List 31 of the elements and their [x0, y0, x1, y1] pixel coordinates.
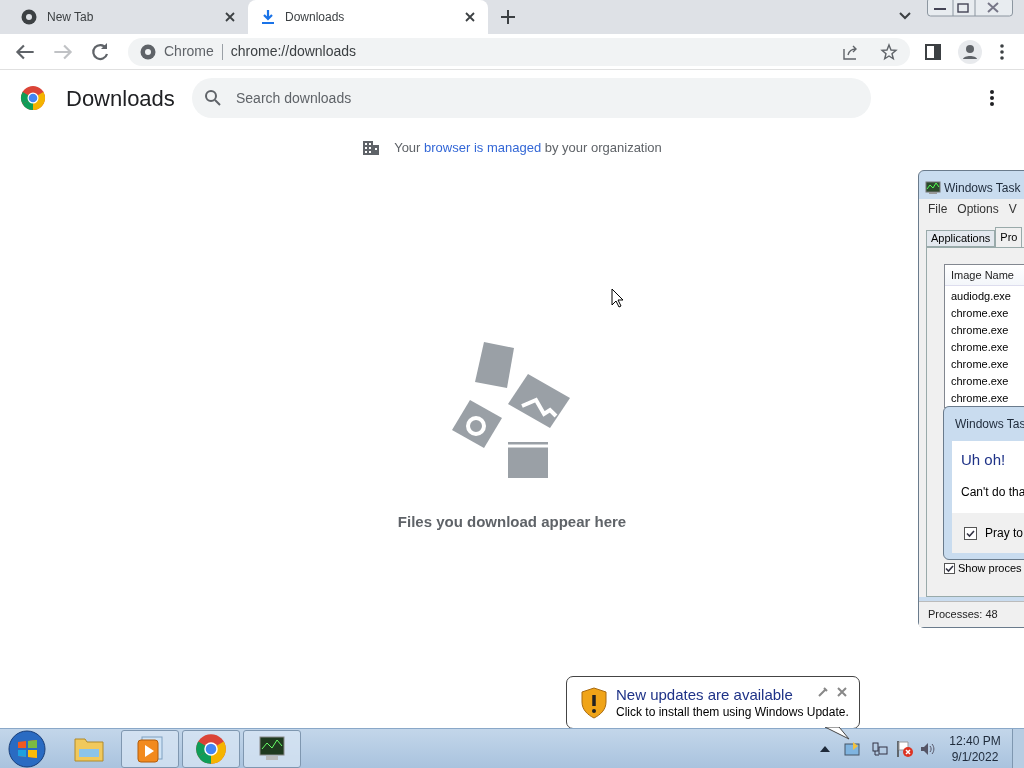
checkbox-label: Show proces	[958, 560, 1022, 576]
status-text: Processes: 48	[928, 607, 998, 623]
process-name[interactable]: chrome.exe	[945, 322, 1024, 339]
menu-item[interactable]: V	[1008, 200, 1017, 218]
process-name[interactable]: chrome.exe	[945, 305, 1024, 322]
window-title: Windows Task	[944, 180, 1021, 197]
clock[interactable]: 12:40 PM 9/1/2022	[944, 732, 1006, 765]
checkbox-label: Pray to	[985, 525, 1023, 542]
url-text: chrome://downloads	[230, 42, 357, 61]
process-name[interactable]: chrome.exe	[945, 339, 1024, 356]
menu-item[interactable]: File	[928, 200, 948, 218]
dialog-heading: Uh oh!	[961, 450, 1007, 470]
tab[interactable]: Applications	[926, 230, 996, 247]
search-field[interactable]: Search downloads	[192, 78, 871, 118]
managed-notice: Your browser is managed by your organization	[394, 139, 662, 157]
process-name[interactable]: chrome.exe	[945, 356, 1024, 373]
notification-balloon[interactable]: New updates are available Click to install them using Windows Update.	[566, 676, 860, 729]
empty-message: Files you download appear here	[397, 512, 627, 532]
balloon-message: Click to install them using Windows Update.	[616, 703, 849, 720]
managed-link[interactable]: browser is managed	[424, 140, 542, 155]
process-name[interactable]: chrome.exe	[945, 373, 1024, 390]
tab[interactable]: Pro	[995, 227, 1023, 247]
browser-tab[interactable]: New Tab	[8, 0, 248, 34]
address-bar[interactable]: Chrome chrome://downloads	[128, 37, 910, 66]
balloon-title: New updates are available	[616, 685, 793, 704]
menu-item[interactable]: Options	[957, 200, 999, 218]
browser-tab[interactable]: Downloads	[248, 0, 488, 34]
site-label: Chrome	[164, 42, 214, 61]
process-name[interactable]: chrome.exe	[945, 390, 1024, 407]
process-name[interactable]: audiodg.exe	[945, 288, 1024, 305]
page-title: Downloads	[66, 84, 176, 113]
